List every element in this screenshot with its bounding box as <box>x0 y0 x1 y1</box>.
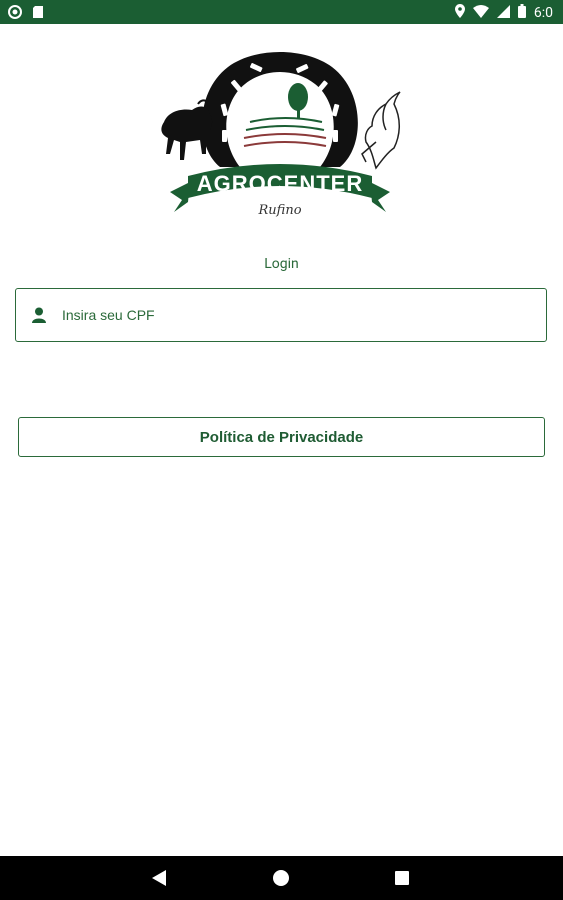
privacy-policy-button[interactable]: Política de Privacidade <box>18 417 545 457</box>
battery-icon <box>517 4 526 22</box>
circle-icon <box>8 4 22 23</box>
person-icon <box>32 307 46 323</box>
status-bar: 6:0 <box>0 0 563 24</box>
agrocenter-logo: AGROCENTER Rufino <box>150 42 410 220</box>
home-icon[interactable] <box>273 870 289 886</box>
signal-icon <box>496 4 510 22</box>
cpf-field[interactable] <box>15 288 547 342</box>
sd-card-icon <box>32 4 44 23</box>
login-title: Login <box>264 256 299 272</box>
cpf-input[interactable] <box>60 306 484 324</box>
back-icon[interactable] <box>152 870 166 890</box>
logo-graphic: AGROCENTER Rufino <box>161 52 401 218</box>
status-time: 6:0 <box>533 5 553 21</box>
logo-signature-text: Rufino <box>257 203 301 218</box>
horse-icon <box>361 91 401 170</box>
location-icon <box>454 4 465 22</box>
recents-icon[interactable] <box>395 871 409 885</box>
logo-brand-text: AGROCENTER <box>197 171 363 196</box>
bull-icon <box>161 99 213 160</box>
navigation-bar <box>0 856 563 900</box>
wifi-icon <box>472 4 489 22</box>
